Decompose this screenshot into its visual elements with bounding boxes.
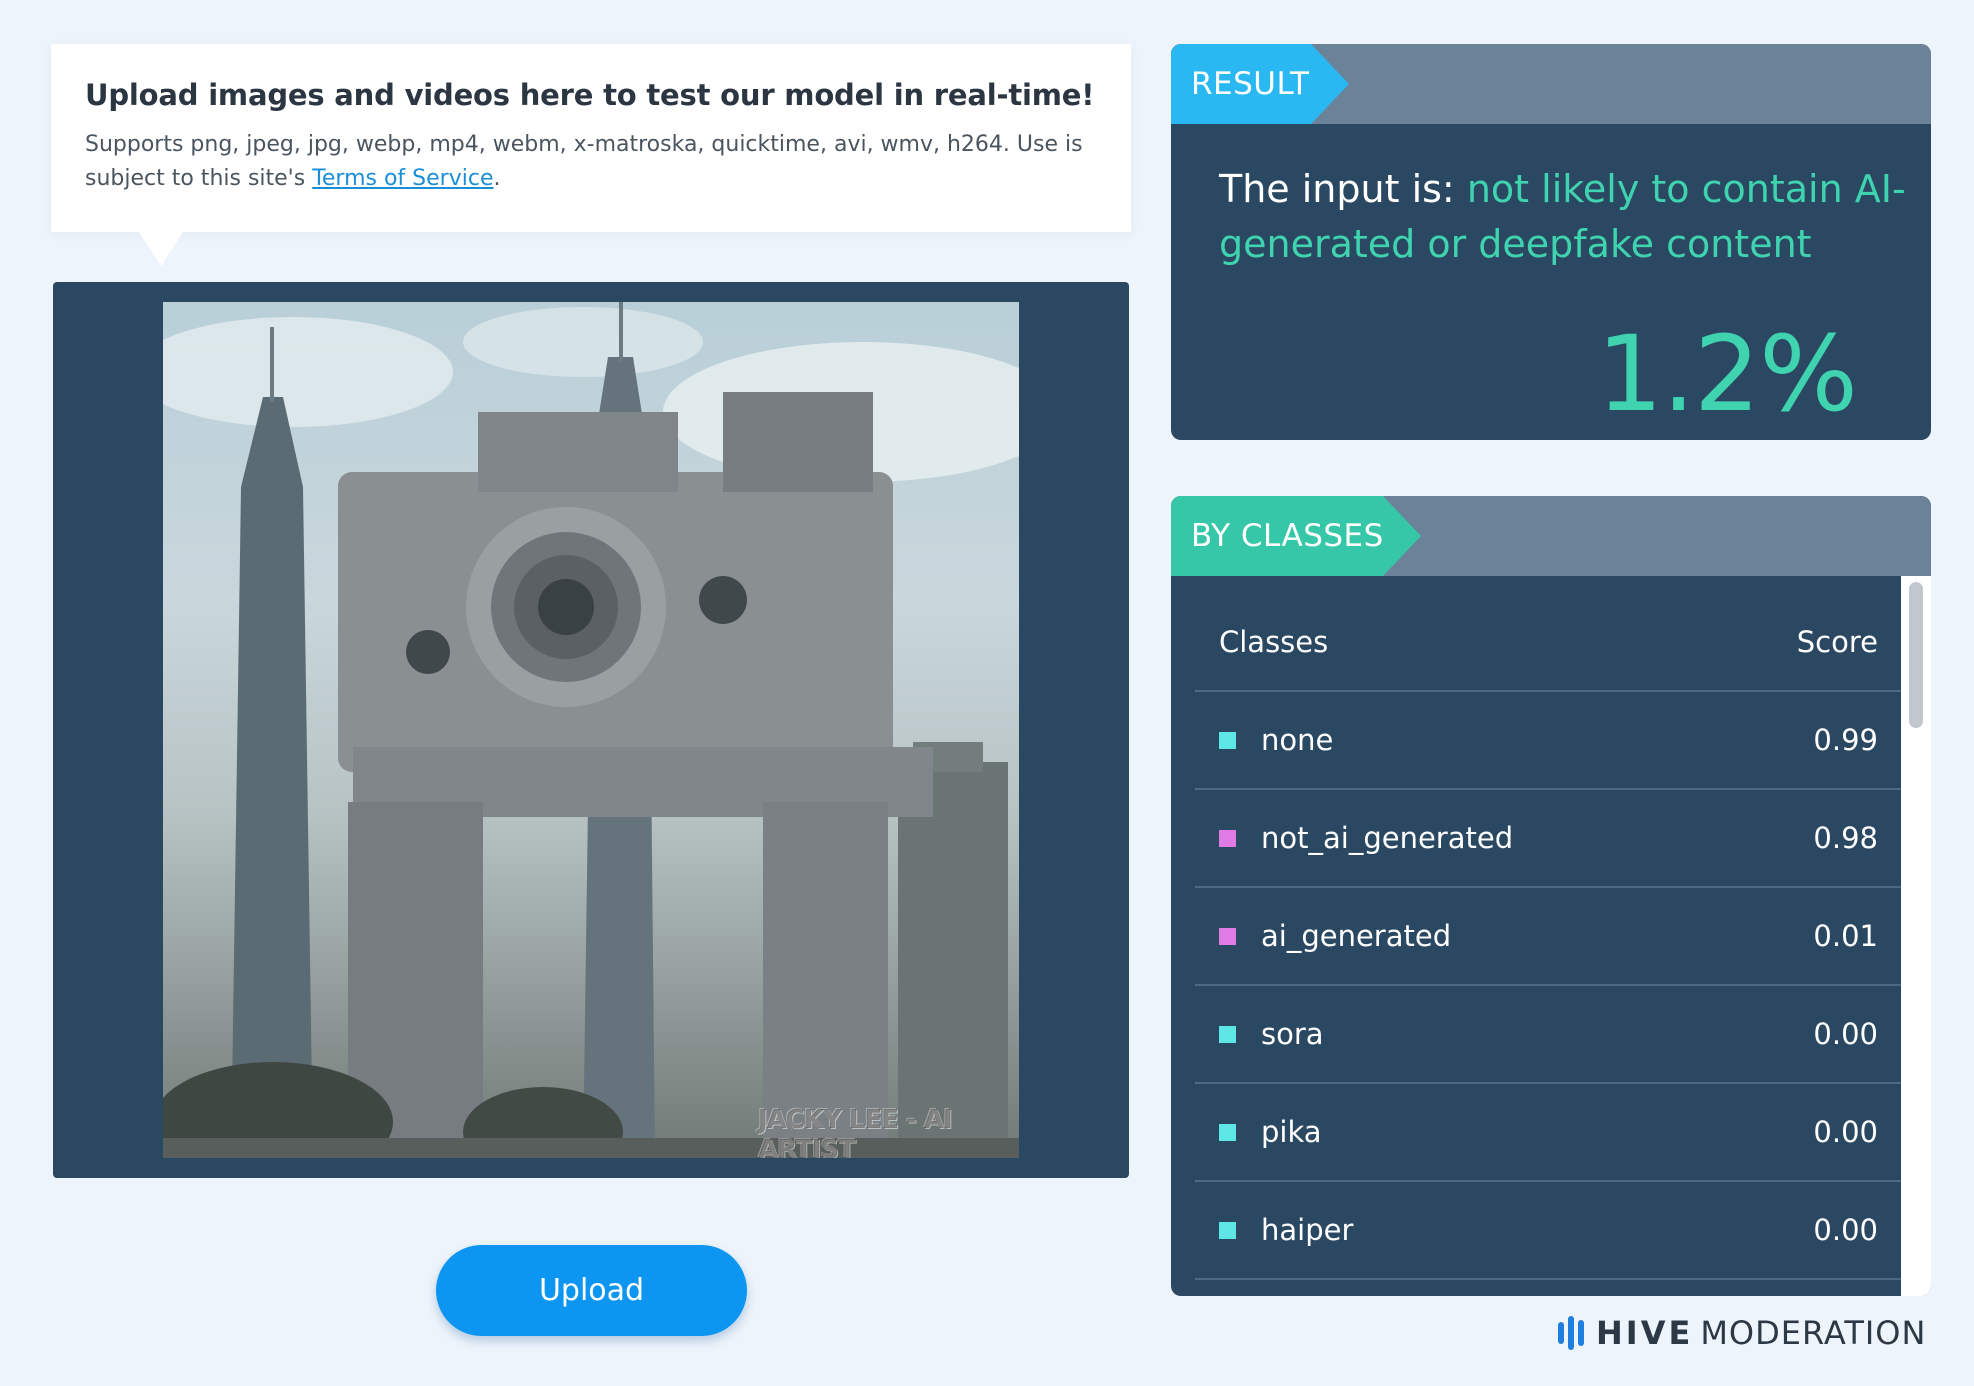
result-card: RESULT The input is: not likely to conta…: [1171, 44, 1931, 440]
class-row-ai_generated: ai_generated 0.01: [1195, 888, 1902, 986]
class-row-sora: sora 0.00: [1195, 986, 1902, 1084]
tos-suffix: .: [493, 166, 501, 191]
class-score: 0.98: [1813, 821, 1878, 855]
column-header-score: Score: [1796, 625, 1878, 659]
classes-tag: BY CLASSES: [1171, 496, 1421, 576]
class-row-label: not_ai_generated: [1219, 821, 1513, 855]
supported-formats-text: Supports png, jpeg, jpg, webp, mp4, webm…: [85, 132, 1083, 191]
class-name: sora: [1261, 1017, 1324, 1051]
class-score: 0.01: [1813, 919, 1878, 953]
upload-info-card: Upload images and videos here to test ou…: [51, 44, 1131, 266]
class-color-swatch: [1219, 829, 1236, 847]
uploaded-image: JACKY LEE - AI ARTIST: [163, 302, 1019, 1158]
classes-header: BY CLASSES: [1171, 496, 1931, 576]
result-prefix: The input is:: [1219, 167, 1467, 211]
class-score: 0.00: [1813, 1017, 1878, 1051]
result-header: RESULT: [1171, 44, 1931, 124]
image-preview-panel: JACKY LEE - AI ARTIST: [53, 282, 1129, 1178]
upload-button[interactable]: Upload: [436, 1245, 747, 1336]
class-color-swatch: [1219, 927, 1236, 945]
class-row-label: haiper: [1219, 1213, 1353, 1247]
class-score: 0.99: [1813, 723, 1878, 757]
class-row-none: none 0.99: [1195, 692, 1902, 790]
class-row-pika: pika 0.00: [1195, 1084, 1902, 1182]
class-row-label: none: [1219, 723, 1333, 757]
logo-text-moderation: MODERATION: [1700, 1314, 1927, 1352]
result-summary: The input is: not likely to contain AI-g…: [1219, 162, 1909, 272]
info-description: Supports png, jpeg, jpg, webp, mp4, webm…: [85, 128, 1097, 196]
class-color-swatch: [1219, 1221, 1236, 1239]
class-score: 0.00: [1813, 1115, 1878, 1149]
class-row-haiper: haiper 0.00: [1195, 1182, 1902, 1280]
logo-text-hive: HIVE: [1596, 1314, 1694, 1352]
class-row-not_ai_generated: not_ai_generated 0.98: [1195, 790, 1902, 888]
class-row-label: ai_generated: [1219, 919, 1451, 953]
class-row-label: sora: [1219, 1017, 1324, 1051]
terms-of-service-link[interactable]: Terms of Service: [312, 166, 493, 191]
class-score: 0.00: [1813, 1213, 1878, 1247]
class-color-swatch: [1219, 1123, 1236, 1141]
class-color-swatch: [1219, 731, 1236, 749]
classes-table: Classes Score none 0.99 not_ai_generated 0.…: [1195, 576, 1931, 1280]
class-row-label: pika: [1219, 1115, 1322, 1149]
result-percentage: 1.2%: [1596, 313, 1858, 435]
class-name: ai_generated: [1261, 919, 1452, 953]
classes-card: BY CLASSES Classes Score none 0.99 not_ai_…: [1171, 496, 1931, 1296]
uploaded-image-illustration: [163, 302, 1019, 1158]
class-name: not_ai_generated: [1261, 821, 1514, 855]
class-name: pika: [1261, 1115, 1322, 1149]
classes-table-header: Classes Score: [1195, 576, 1902, 692]
class-name: haiper: [1261, 1213, 1354, 1247]
class-name: none: [1261, 723, 1334, 757]
result-tag: RESULT: [1171, 44, 1349, 124]
image-watermark: JACKY LEE - AI ARTIST: [758, 1105, 953, 1158]
scrollbar-thumb[interactable]: [1909, 582, 1923, 728]
info-title: Upload images and videos here to test ou…: [85, 78, 1095, 112]
class-color-swatch: [1219, 1025, 1236, 1043]
hive-moderation-logo: HIVE MODERATION: [1558, 1313, 1926, 1353]
classes-rows: none 0.99 not_ai_generated 0.98 ai_generated…: [1195, 692, 1931, 1280]
hive-logo-icon: [1558, 1316, 1584, 1350]
column-header-classes: Classes: [1219, 625, 1329, 659]
